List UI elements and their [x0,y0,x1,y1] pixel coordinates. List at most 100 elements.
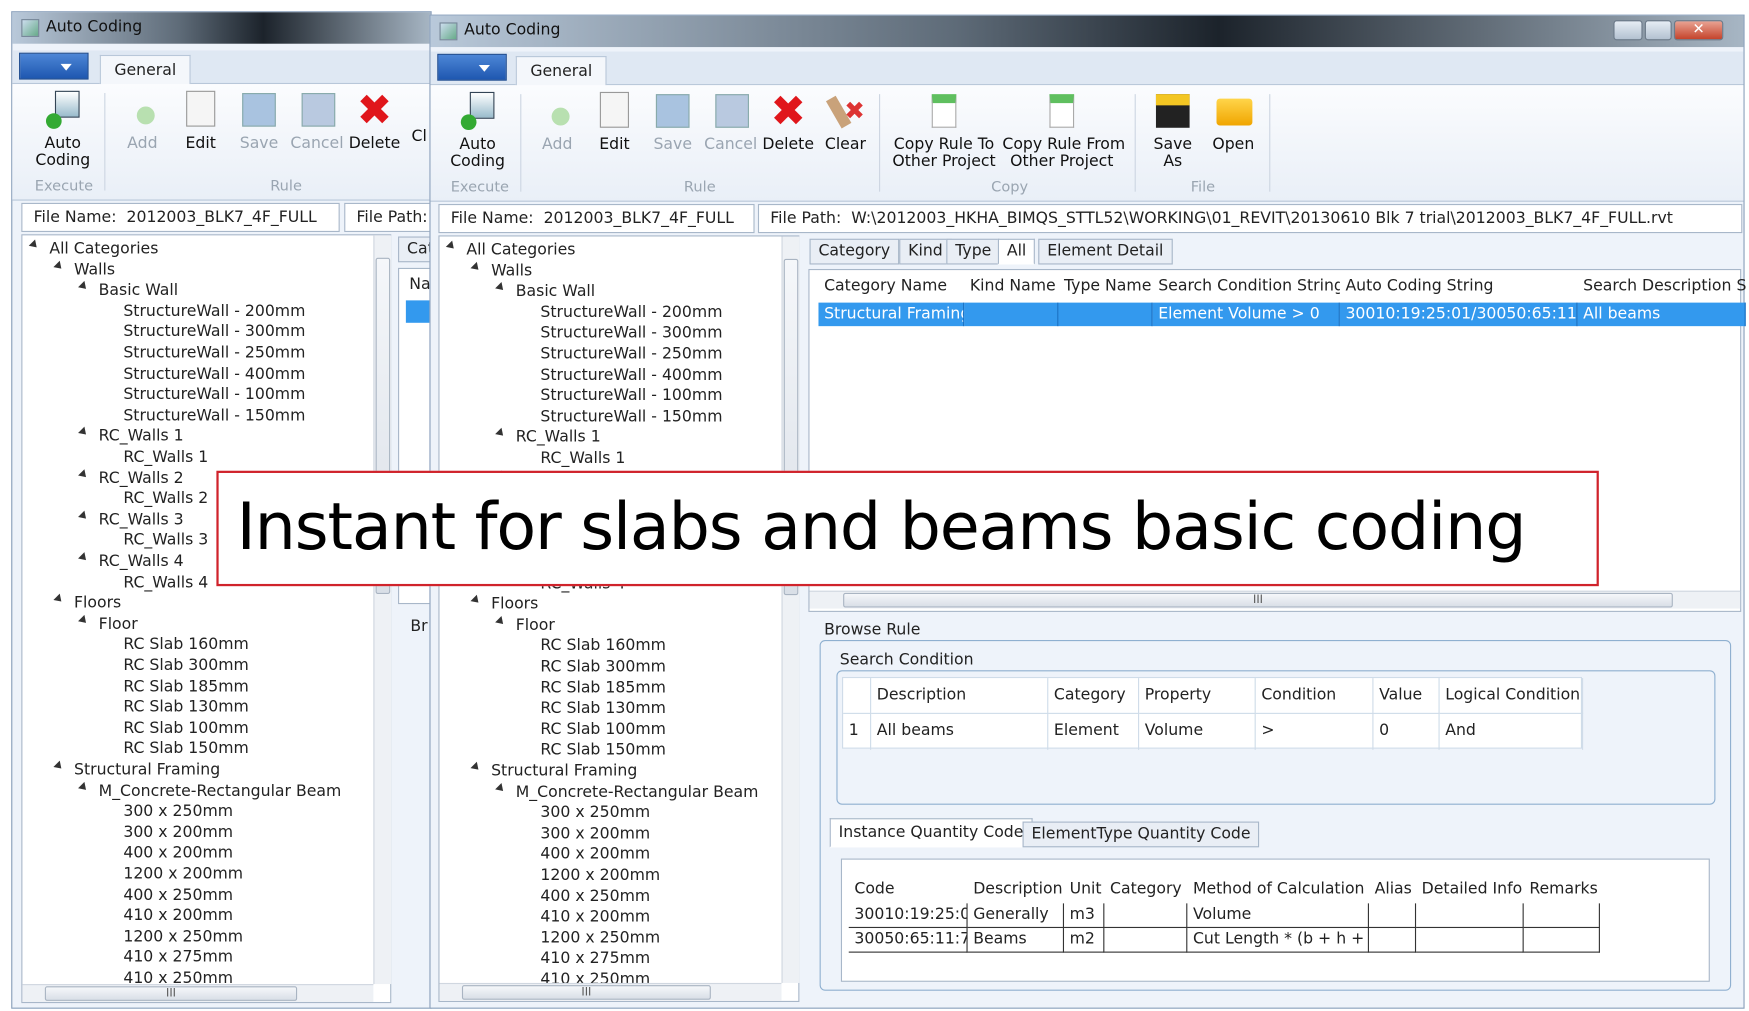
back-tab-general[interactable]: General [99,54,191,86]
copy-rule-from-button[interactable]: Copy Rule From Other Project [1002,92,1125,170]
back-tree-vscroll[interactable] [373,235,392,985]
tree-item[interactable]: 1200 x 200mm [123,864,243,885]
tree-item[interactable]: Walls [470,261,532,282]
tab-element-detail[interactable]: Element Detail [1038,238,1173,265]
tree-item[interactable]: StructureWall - 150mm [123,406,305,427]
tree-item[interactable]: RC Slab 100mm [123,718,249,739]
column-header[interactable]: Category Name [818,275,964,297]
quantity-cell[interactable] [1368,928,1417,953]
back-save-button[interactable]: Save [237,91,282,153]
tree-item[interactable]: Floor [495,615,555,636]
expand-arrow-icon[interactable] [78,427,93,442]
tree-vscroll[interactable] [781,236,800,983]
tree-item[interactable]: RC_Walls 2 [123,489,208,510]
add-button[interactable]: Add [537,92,577,154]
quantity-code-grid[interactable]: Code Description Unit Category Method of Cal… [840,858,1710,982]
condition-cell[interactable]: Element [1048,713,1140,750]
column-header[interactable]: Property [1139,678,1256,714]
rules-grid-cell[interactable]: All beams [1577,302,1746,327]
expand-arrow-icon[interactable] [78,552,93,567]
tree-item[interactable]: RC_Walls 1 [540,448,625,469]
quantity-cell[interactable]: 30010:19:25:01 [848,903,968,929]
tab-elementtype-quantity-code[interactable]: ElementType Quantity Code [1022,821,1260,848]
tab-general[interactable]: General [515,56,607,87]
tree-item[interactable]: 410 x 275mm [123,948,233,969]
back-tab-category[interactable]: Cat [398,236,432,263]
expand-arrow-icon[interactable] [470,761,485,777]
column-header[interactable]: Remarks [1524,878,1600,900]
tree-item[interactable]: RC_Walls 3 [78,510,184,531]
expand-arrow-icon[interactable] [53,593,68,609]
tree-item[interactable]: RC Slab 300mm [123,656,249,677]
column-header[interactable]: Category [1048,678,1140,714]
column-header[interactable]: Code [849,878,968,900]
clear-button[interactable]: ✖ Clear [823,92,868,154]
quantity-cell[interactable] [1368,903,1417,929]
quantity-cell[interactable] [1523,928,1600,953]
column-header[interactable]: Logical Condition [1439,678,1584,714]
tab-kind[interactable]: Kind [899,238,952,265]
tree-item[interactable]: 400 x 200mm [540,844,650,865]
tree-item[interactable]: Structural Framing [53,760,220,781]
close-button[interactable]: ✕ [1673,20,1724,41]
back-edit-button[interactable]: Edit [181,90,221,153]
copy-rule-to-button[interactable]: Copy Rule To Other Project [890,92,998,170]
column-header[interactable]: Category [1104,878,1187,900]
expand-arrow-icon[interactable] [470,594,485,610]
rules-grid-cell[interactable] [964,302,1059,327]
expand-arrow-icon[interactable] [495,615,510,631]
maximize-button[interactable] [1644,20,1672,41]
quantity-cell[interactable]: Beams [967,928,1065,953]
tree-item[interactable]: 1200 x 200mm [540,865,660,886]
tree-item[interactable]: RC_Walls 1 [78,426,184,447]
tree-item[interactable]: 410 x 200mm [540,907,650,928]
expand-arrow-icon[interactable] [78,281,93,296]
tree-item[interactable]: M_Concrete-Rectangular Beam [495,782,758,803]
quantity-cell[interactable]: Cut Length * (b + h + h) [1187,928,1369,953]
auto-coding-button[interactable]: Auto Coding [446,91,509,170]
back-delete-button[interactable]: ✖ Delete [349,89,401,153]
scroll-thumb[interactable]: III [843,592,1673,608]
expand-arrow-icon[interactable] [78,614,93,629]
expand-arrow-icon[interactable] [78,468,93,484]
expand-arrow-icon[interactable] [495,428,510,443]
tree-item[interactable]: RC Slab 150mm [540,740,666,761]
expand-arrow-icon[interactable] [53,760,68,775]
column-header[interactable]: Kind Name [964,275,1058,297]
tab-all[interactable]: All [997,238,1036,265]
save-as-button[interactable]: Save As [1150,92,1195,170]
tree-item[interactable]: Walls [53,260,115,281]
tree-item[interactable]: StructureWall - 250mm [540,344,722,365]
tree-item[interactable]: 400 x 250mm [540,886,650,907]
column-header[interactable]: Unit [1064,878,1104,900]
rules-grid-cell[interactable]: Element Volume > 0 [1152,302,1340,327]
tree-item[interactable]: RC_Walls 2 [78,468,184,489]
tree-item[interactable]: 300 x 200mm [540,824,650,845]
tree-item[interactable]: StructureWall - 400mm [123,364,305,385]
tree-item[interactable]: RC Slab 100mm [540,719,666,740]
tab-type[interactable]: Type [946,238,1001,265]
tree-hscroll[interactable]: III [439,982,782,1001]
tree-item[interactable]: 410 x 275mm [540,949,650,970]
tree-item[interactable]: StructureWall - 200mm [540,302,722,323]
tree-item[interactable]: StructureWall - 300mm [123,322,305,343]
tab-category[interactable]: Category [809,238,900,265]
tree-item[interactable]: StructureWall - 150mm [540,407,722,428]
tree-item[interactable]: 410 x 200mm [123,906,233,927]
rules-grid-hscroll[interactable]: III [809,590,1741,609]
tree-item[interactable]: RC Slab 130mm [123,697,249,718]
tree-item[interactable]: RC_Walls 4 [78,551,184,572]
quantity-cell[interactable] [1104,928,1188,953]
column-header[interactable]: Method of Calculation [1187,878,1369,900]
tree-item[interactable]: RC_Walls 1 [123,447,208,468]
tree-item[interactable]: RC Slab 160mm [540,636,666,657]
search-condition-grid[interactable]: Description Category Property Condition Valu… [842,676,1584,750]
quantity-cell[interactable]: Volume [1187,903,1369,929]
back-add-button[interactable]: Add [122,91,162,153]
tree-item[interactable]: All Categories [28,239,158,260]
tree-item[interactable]: RC_Walls 1 [495,427,601,448]
tree-item[interactable]: RC Slab 185mm [540,678,666,699]
save-button[interactable]: Save [650,92,695,154]
condition-cell[interactable]: And [1440,713,1584,750]
tree-item[interactable]: 1200 x 250mm [540,928,660,949]
